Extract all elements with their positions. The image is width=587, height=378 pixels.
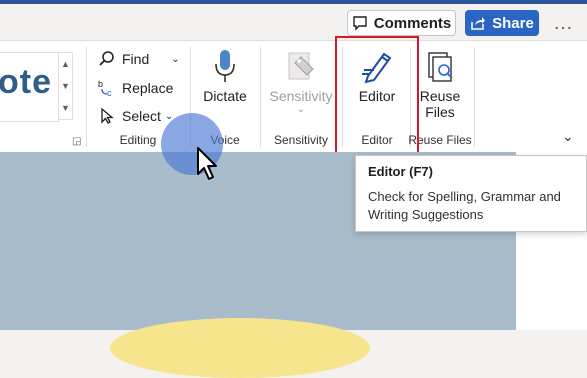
editor-tooltip: Editor (F7) Check for Spelling, Grammar … [355, 155, 587, 232]
search-icon [98, 50, 116, 68]
sensitivity-group-label: Sensitivity [273, 133, 329, 147]
dictate-button[interactable]: Dictate [200, 48, 250, 104]
editing-group-label: Editing [119, 133, 157, 147]
styles-gallery[interactable]: ote [0, 52, 59, 122]
sensitivity-label-icon [284, 48, 318, 86]
more-options-icon[interactable]: … [546, 10, 580, 36]
mouse-cursor-icon [197, 147, 217, 180]
document-shape [110, 318, 370, 378]
reuse-label-line1: Reuse [419, 88, 461, 104]
gallery-expand-icon[interactable]: ▼ [59, 97, 72, 119]
replace-label: Replace [122, 80, 174, 96]
find-button[interactable]: Find ⌄ [98, 47, 180, 71]
ribbon-display-options-icon[interactable]: ⌄ [562, 128, 574, 145]
chevron-down-icon: ⌄ [296, 104, 306, 115]
svg-text:b: b [98, 79, 103, 89]
select-pointer-icon [98, 107, 116, 125]
separator [474, 47, 475, 147]
select-button[interactable]: Select ⌄ [98, 104, 173, 128]
tooltip-description-line2: Writing Suggestions [368, 207, 484, 222]
tooltip-title: Editor (F7) [368, 164, 433, 179]
tooltip-description-line1: Check for Spelling, Grammar and [368, 189, 561, 204]
share-label: Share [492, 14, 534, 32]
styles-dialog-launcher-icon[interactable]: ◲ [72, 136, 82, 147]
chevron-up-icon[interactable]: ▲ [59, 53, 72, 75]
comment-icon [353, 16, 367, 31]
sensitivity-label: Sensitivity [269, 88, 333, 104]
share-button[interactable]: Share [465, 10, 539, 36]
reuse-label-line2: Files [425, 104, 455, 120]
microphone-icon [208, 48, 242, 86]
comments-button[interactable]: Comments [347, 10, 456, 36]
chevron-down-icon[interactable]: ⌄ [171, 54, 179, 65]
share-icon [471, 17, 486, 30]
comments-label: Comments [373, 14, 452, 32]
separator [260, 47, 261, 147]
svg-text:c: c [107, 88, 112, 97]
editor-highlight-box [335, 36, 419, 157]
reuse-files-button[interactable]: Reuse Files [414, 48, 466, 120]
styles-gallery-scroll[interactable]: ▲ ▼ ▼ [58, 52, 73, 120]
replace-button[interactable]: b c Replace [98, 76, 173, 100]
styles-preview-text: ote [0, 63, 52, 101]
replace-icon: b c [98, 79, 116, 97]
find-label: Find [122, 51, 150, 67]
select-label: Select [122, 108, 161, 124]
chevron-down-icon[interactable]: ▼ [59, 75, 72, 97]
sensitivity-button[interactable]: Sensitivity ⌄ [266, 48, 336, 115]
reuse-files-icon [423, 48, 457, 86]
dictate-label: Dictate [203, 88, 247, 104]
separator [86, 47, 87, 147]
